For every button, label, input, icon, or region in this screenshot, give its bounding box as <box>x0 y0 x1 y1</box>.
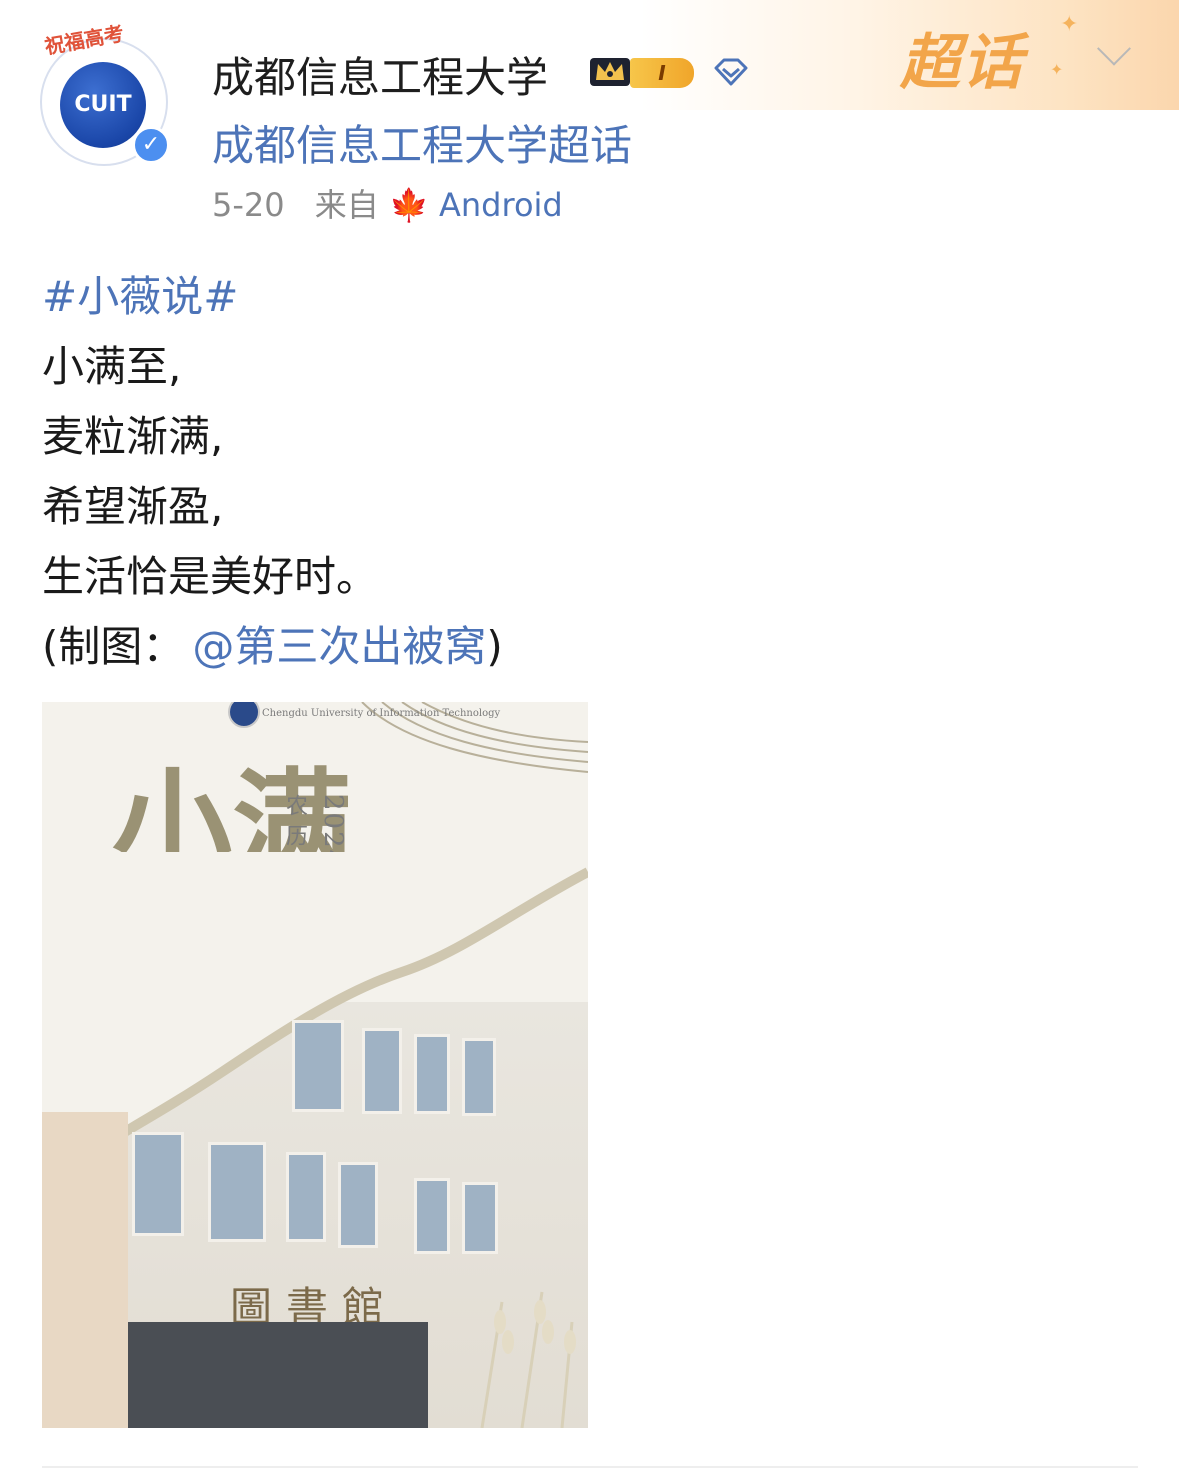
post-line: 生活恰是美好时。 <box>42 552 379 601</box>
post-line: 麦粒渐满, <box>42 412 224 461</box>
building-entrance <box>128 1322 428 1428</box>
post-line: 小满至, <box>42 342 182 391</box>
building-window <box>292 1020 344 1112</box>
diamond-icon[interactable] <box>712 56 750 88</box>
sparkle-icon: ✦ <box>1050 60 1064 79</box>
crown-icon <box>590 58 630 86</box>
building-pillar <box>42 1112 128 1428</box>
post-credit: (制图： @第三次出被窝) <box>42 612 1142 682</box>
poster-logo-caption: Chengdu University of Information Techno… <box>262 708 501 719</box>
from-label: 来自 <box>314 186 379 224</box>
post-body: #小薇说# 小满至, 麦粒渐满, 希望渐盈, 生活恰是美好时。 (制图： @第三次… <box>42 262 1142 682</box>
sparkle-icon: ✦ <box>1060 12 1079 37</box>
divider <box>42 1466 1138 1468</box>
post-image[interactable]: Chengdu University of Information Techno… <box>42 702 588 1428</box>
building-window <box>286 1152 326 1242</box>
maple-leaf-icon: 🍁 <box>388 186 429 224</box>
mention-link[interactable]: @第三次出被窝 <box>192 622 486 671</box>
post-source[interactable]: Android <box>439 186 563 224</box>
building-window <box>362 1028 402 1114</box>
verified-icon: ✓ <box>132 126 170 164</box>
level-badge[interactable]: I <box>630 58 694 88</box>
building-window <box>338 1162 378 1248</box>
building-window <box>208 1142 266 1242</box>
post-date: 5-20 <box>212 186 285 224</box>
post-meta: 5-20 来自 🍁 Android <box>212 180 563 226</box>
post-line: 希望渐盈, <box>42 482 224 531</box>
avatar-logo-text: CUIT <box>74 92 132 117</box>
user-name[interactable]: 成都信息工程大学 <box>212 44 548 105</box>
credit-suffix: ) <box>486 622 503 671</box>
hashtag-link[interactable]: #小薇说# <box>42 262 1142 332</box>
wheat-icon <box>480 1291 576 1428</box>
building-window <box>462 1038 496 1116</box>
supertopic-link[interactable]: 成都信息工程大学超话 <box>212 112 632 173</box>
supertopic-badge[interactable]: 超话 <box>900 14 1024 101</box>
building-window <box>414 1178 450 1254</box>
building-window <box>462 1182 498 1254</box>
building-window <box>132 1132 184 1236</box>
building-window <box>414 1034 450 1114</box>
credit-prefix: (制图： <box>42 622 185 671</box>
